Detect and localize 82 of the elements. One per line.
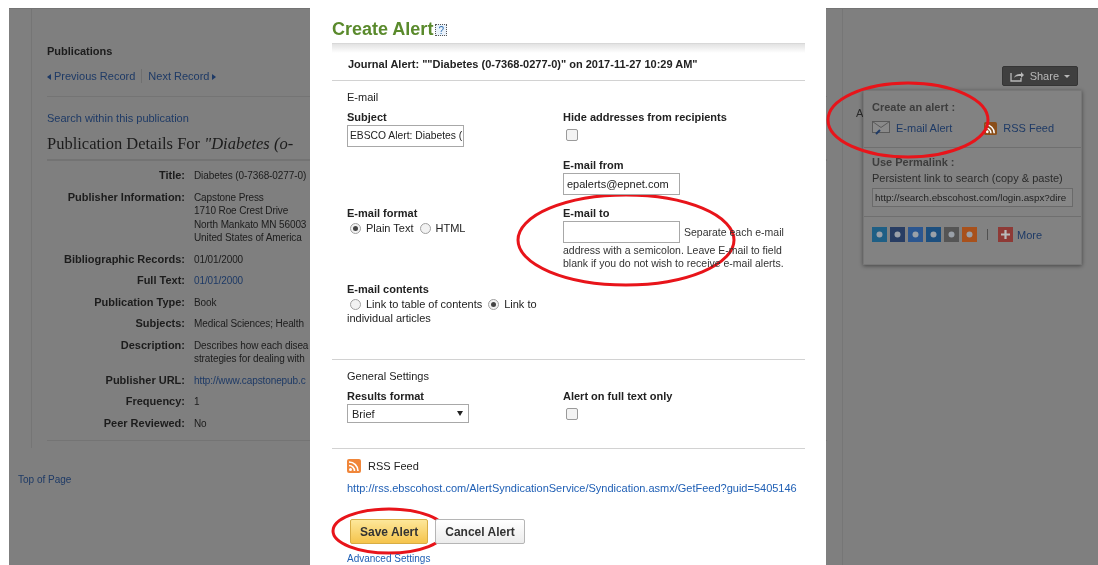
- detail-label: Title:: [157, 169, 185, 183]
- detail-value: 1: [194, 395, 200, 409]
- panel-heading: Use Permalink :: [872, 156, 955, 168]
- advanced-settings-link[interactable]: Advanced Settings: [347, 553, 431, 564]
- top-of-page-link[interactable]: Top of Page: [18, 474, 72, 485]
- cancel-button[interactable]: Cancel Alert: [435, 519, 525, 544]
- detail-label: Subjects:: [134, 317, 185, 331]
- email-to-field[interactable]: [563, 221, 680, 243]
- rss-heading: RSS Feed: [368, 460, 419, 472]
- permalink-hint: Persistent link to search (copy & paste): [872, 172, 1063, 184]
- detail-value: strategies for dealing with: [194, 352, 305, 366]
- detail-label: Frequency:: [124, 395, 185, 409]
- detail-label: Publisher URL:: [104, 373, 185, 387]
- share-icon: [1009, 70, 1025, 82]
- section-heading: General Settings: [347, 370, 429, 382]
- rss-url-link[interactable]: http://rss.ebscohost.com/AlertSyndicationService/Syndication.asmx/GetFeed?guid=5405146: [347, 482, 797, 494]
- label-fragment: A: [856, 107, 864, 119]
- field-label: E-mail contents: [347, 283, 429, 295]
- help-button[interactable]: ?: [435, 23, 448, 36]
- radio-label: Link to: [504, 297, 537, 311]
- field-label: Results format: [347, 390, 425, 402]
- detail-label: Description:: [119, 338, 185, 353]
- social-share-icon[interactable]: [890, 227, 905, 242]
- dialog-title: Create Alert: [332, 19, 434, 40]
- detail-value: Capstone Press: [194, 190, 264, 204]
- save-button[interactable]: Save Alert: [350, 519, 429, 544]
- alert-summary: Journal Alert: ""Diabetes (0-7368-0277-0)" on 2017-11-27 10:29 AM": [348, 58, 698, 70]
- detail-value: Describes how each disea: [194, 338, 309, 352]
- section-title: Publications: [47, 45, 113, 57]
- detail-label: Bibliographic Records:: [62, 252, 185, 266]
- detail-value: 1710 Roe Crest Drive: [194, 204, 289, 218]
- field-label: E-mail from: [563, 159, 624, 171]
- previous-record-link[interactable]: Previous Record: [47, 70, 136, 82]
- radio-label: Link to table of contents: [366, 297, 483, 311]
- checkbox[interactable]: [566, 129, 578, 141]
- detail-link[interactable]: 01/01/2000: [194, 274, 244, 288]
- detail-value: Book: [194, 295, 217, 309]
- radio-button[interactable]: [488, 298, 500, 310]
- radio-label: Plain Text: [366, 221, 414, 235]
- rss-feed-link[interactable]: RSS Feed: [1003, 122, 1054, 134]
- detail-label: Full Text:: [135, 274, 185, 288]
- next-record-link[interactable]: Next Record: [148, 70, 217, 82]
- social-share-icon[interactable]: [962, 227, 977, 242]
- checkbox[interactable]: [566, 408, 578, 420]
- detail-value: No: [194, 416, 207, 430]
- email-from-field[interactable]: epalerts@epnet.com: [563, 173, 680, 195]
- detail-value: Medical Sciences; Health: [194, 317, 304, 331]
- detail-value: United States of America: [194, 231, 302, 245]
- field-label: Hide addresses from recipients: [563, 111, 727, 123]
- detail-label: Publication Type:: [93, 295, 185, 309]
- radio-button[interactable]: [419, 222, 431, 234]
- field-label: Alert on full text only: [563, 390, 673, 402]
- search-within-link[interactable]: Search within this publication: [47, 112, 189, 124]
- subject-field[interactable]: EBSCO Alert: Diabetes (: [347, 125, 464, 147]
- field-label: E-mail format: [347, 207, 418, 219]
- radio-label: individual articles: [347, 311, 431, 325]
- detail-label: Peer Reviewed:: [102, 416, 185, 430]
- detail-value: Diabetes (0-7368-0277-0): [194, 169, 307, 183]
- rss-icon: [347, 459, 361, 473]
- share-button[interactable]: Share: [1001, 66, 1078, 86]
- social-share-icon[interactable]: [944, 227, 959, 242]
- permalink-field[interactable]: http://search.ebscohost.com/login.aspx?dire: [872, 188, 1073, 207]
- radio-button[interactable]: [350, 298, 361, 310]
- detail-value: North Mankato MN 56003: [194, 217, 307, 231]
- envelope-icon: [872, 121, 890, 135]
- results-format-dropdown[interactable]: Brief: [347, 404, 469, 423]
- social-share-icon[interactable]: [908, 227, 923, 242]
- field-label: E-mail to: [563, 207, 610, 219]
- more-link[interactable]: More: [1017, 228, 1043, 241]
- field-label: Subject: [347, 111, 387, 123]
- email-alert-link[interactable]: E-mail Alert: [896, 122, 953, 134]
- radio-button[interactable]: [350, 222, 361, 234]
- detail-label: Publisher Information:: [66, 190, 185, 205]
- plus-icon[interactable]: [998, 227, 1013, 242]
- social-share-icon[interactable]: [872, 227, 887, 242]
- detail-value: 01/01/2000: [194, 252, 244, 266]
- radio-label: HTML: [435, 221, 466, 235]
- detail-link[interactable]: http://www.capstonepub.c: [194, 373, 306, 387]
- section-heading: E-mail: [347, 91, 379, 103]
- panel-heading: Create an alert :: [872, 101, 956, 113]
- caret-icon: [457, 411, 463, 416]
- social-share-icon[interactable]: [926, 227, 941, 242]
